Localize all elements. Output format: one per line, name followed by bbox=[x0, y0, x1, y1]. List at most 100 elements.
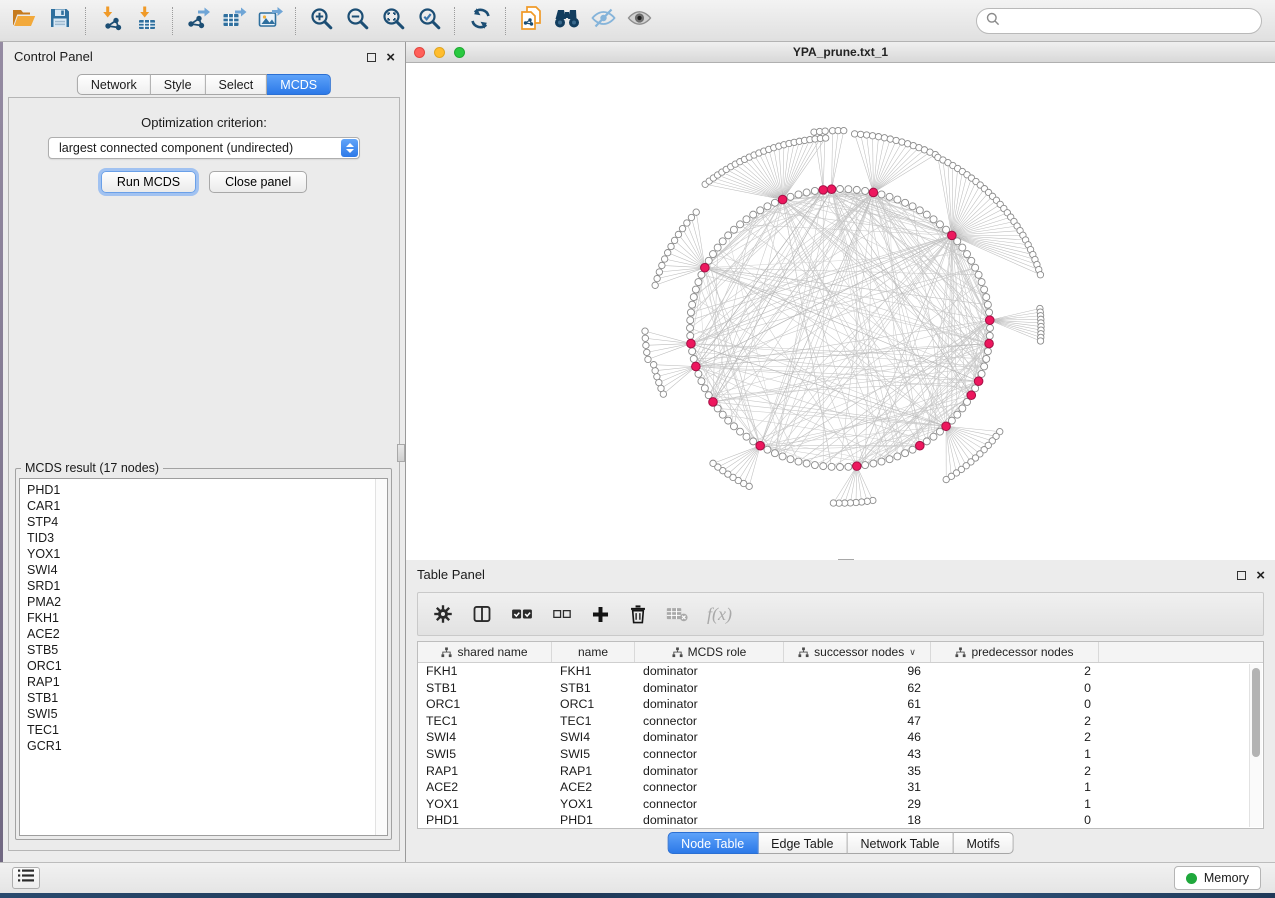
save-button[interactable] bbox=[42, 3, 78, 39]
tab-edge-table[interactable]: Edge Table bbox=[758, 832, 847, 854]
mcds-result-item[interactable]: SWI5 bbox=[27, 706, 387, 722]
table-cell: 2 bbox=[931, 713, 1099, 730]
task-history-button[interactable] bbox=[12, 867, 40, 889]
vertical-splitter-handle[interactable] bbox=[397, 444, 405, 462]
binoculars-button[interactable] bbox=[549, 3, 585, 39]
export-network-button[interactable] bbox=[180, 3, 216, 39]
table-row[interactable]: STB1STB1dominator620 bbox=[418, 680, 1263, 697]
mcds-result-item[interactable]: TID3 bbox=[27, 530, 387, 546]
mcds-result-item[interactable]: STB1 bbox=[27, 690, 387, 706]
table-row[interactable]: PHD1PHD1dominator180 bbox=[418, 812, 1263, 829]
mcds-result-item[interactable]: ACE2 bbox=[27, 626, 387, 642]
tab-style[interactable]: Style bbox=[151, 74, 206, 95]
mcds-result-item[interactable]: TEC1 bbox=[27, 722, 387, 738]
open-folder-button[interactable] bbox=[6, 3, 42, 39]
column-label: successor nodes bbox=[814, 645, 904, 659]
zoom-in-icon bbox=[309, 6, 334, 36]
table-cell: dominator bbox=[635, 763, 784, 780]
table-cell: 47 bbox=[784, 713, 931, 730]
binoculars-icon bbox=[553, 6, 581, 35]
mcds-result-list[interactable]: PHD1CAR1STP4TID3YOX1SWI4SRD1PMA2FKH1ACE2… bbox=[19, 478, 388, 836]
zoom-selected-button[interactable] bbox=[411, 3, 447, 39]
column-header-successor-nodes[interactable]: successor nodes∨ bbox=[784, 642, 931, 662]
table-body: FKH1FKH1dominator962STB1STB1dominator620… bbox=[418, 663, 1263, 829]
table-row[interactable]: SWI5SWI5connector431 bbox=[418, 746, 1263, 763]
column-header-mcds-role[interactable]: MCDS role bbox=[635, 642, 784, 662]
table-row[interactable]: YOX1YOX1connector291 bbox=[418, 796, 1263, 813]
mcds-result-item[interactable]: SRD1 bbox=[27, 578, 387, 594]
zoom-out-button[interactable] bbox=[339, 3, 375, 39]
column-header-predecessor-nodes[interactable]: predecessor nodes bbox=[931, 642, 1099, 662]
tab-network-table[interactable]: Network Table bbox=[848, 832, 954, 854]
mcds-result-item[interactable]: ORC1 bbox=[27, 658, 387, 674]
zoom-fit-button[interactable] bbox=[375, 3, 411, 39]
mcds-result-item[interactable]: PHD1 bbox=[27, 482, 387, 498]
export-table-button[interactable] bbox=[216, 3, 252, 39]
add-row-icon[interactable] bbox=[591, 605, 610, 624]
table-type-tabs: Node TableEdge TableNetwork TableMotifs bbox=[667, 832, 1014, 854]
import-table-icon bbox=[134, 5, 160, 36]
deselect-all-icon[interactable] bbox=[552, 606, 572, 622]
table-scrollbar[interactable] bbox=[1249, 664, 1262, 827]
table-scrollbar-thumb[interactable] bbox=[1252, 668, 1260, 757]
export-image-button[interactable] bbox=[252, 3, 288, 39]
result-list-scrollbar[interactable] bbox=[375, 479, 387, 835]
memory-button[interactable]: Memory bbox=[1174, 866, 1261, 890]
table-row[interactable]: ORC1ORC1dominator610 bbox=[418, 696, 1263, 713]
table-cell: RAP1 bbox=[552, 763, 635, 780]
select-all-icon[interactable] bbox=[511, 605, 533, 623]
network-graph[interactable] bbox=[406, 63, 1275, 560]
tab-select[interactable]: Select bbox=[206, 74, 268, 95]
import-table-button[interactable] bbox=[129, 3, 165, 39]
criterion-dropdown[interactable]: largest connected component (undirected) bbox=[48, 137, 360, 159]
mcds-result-item[interactable]: GCR1 bbox=[27, 738, 387, 754]
tab-motifs[interactable]: Motifs bbox=[953, 832, 1013, 854]
float-panel-icon[interactable] bbox=[367, 49, 376, 67]
clone-network-button[interactable] bbox=[513, 3, 549, 39]
table-row[interactable]: RAP1RAP1dominator352 bbox=[418, 763, 1263, 780]
memory-status-icon bbox=[1186, 873, 1197, 884]
refresh-button[interactable] bbox=[462, 3, 498, 39]
mcds-result-item[interactable]: YOX1 bbox=[27, 546, 387, 562]
table-row[interactable]: TEC1TEC1connector472 bbox=[418, 713, 1263, 730]
maximize-window-icon[interactable] bbox=[454, 47, 465, 58]
optimization-criterion-label: Optimization criterion: bbox=[9, 115, 399, 130]
mcds-result-item[interactable]: STB5 bbox=[27, 642, 387, 658]
show-eye-button[interactable] bbox=[621, 3, 657, 39]
hide-eye-button[interactable] bbox=[585, 3, 621, 39]
sitemap-icon bbox=[672, 647, 683, 658]
mcds-result-item[interactable]: FKH1 bbox=[27, 610, 387, 626]
mcds-result-item[interactable]: RAP1 bbox=[27, 674, 387, 690]
close-panel-icon[interactable]: × bbox=[386, 53, 395, 63]
mcds-result-item[interactable]: PMA2 bbox=[27, 594, 387, 610]
float-table-panel-icon[interactable] bbox=[1237, 567, 1246, 585]
mcds-result-item[interactable]: CAR1 bbox=[27, 498, 387, 514]
tab-node-table[interactable]: Node Table bbox=[667, 832, 758, 854]
import-network-button[interactable] bbox=[93, 3, 129, 39]
table-row[interactable]: SWI4SWI4dominator462 bbox=[418, 729, 1263, 746]
run-mcds-button[interactable]: Run MCDS bbox=[101, 171, 196, 193]
columns-icon[interactable] bbox=[472, 604, 492, 624]
table-cell: SWI5 bbox=[552, 746, 635, 763]
table-row[interactable]: FKH1FKH1dominator962 bbox=[418, 663, 1263, 680]
column-header-shared-name[interactable]: shared name bbox=[418, 642, 552, 662]
table-row[interactable]: ACE2ACE2connector311 bbox=[418, 779, 1263, 796]
memory-label: Memory bbox=[1204, 871, 1249, 885]
table-cell: 0 bbox=[931, 696, 1099, 713]
mcds-result-item[interactable]: SWI4 bbox=[27, 562, 387, 578]
search-input[interactable] bbox=[1006, 11, 1261, 31]
network-canvas[interactable] bbox=[406, 63, 1275, 560]
close-panel-button[interactable]: Close panel bbox=[209, 171, 307, 193]
delete-row-icon[interactable] bbox=[629, 604, 647, 624]
minimize-window-icon[interactable] bbox=[434, 47, 445, 58]
zoom-in-button[interactable] bbox=[303, 3, 339, 39]
mcds-result-item[interactable]: STP4 bbox=[27, 514, 387, 530]
close-table-panel-icon[interactable]: × bbox=[1256, 571, 1265, 581]
gear-icon[interactable] bbox=[433, 604, 453, 624]
close-window-icon[interactable] bbox=[414, 47, 425, 58]
table-cell: 18 bbox=[784, 812, 931, 829]
tab-network[interactable]: Network bbox=[77, 74, 151, 95]
tab-mcds[interactable]: MCDS bbox=[267, 74, 331, 95]
table-cell: FKH1 bbox=[418, 663, 552, 680]
column-header-name[interactable]: name bbox=[552, 642, 635, 662]
